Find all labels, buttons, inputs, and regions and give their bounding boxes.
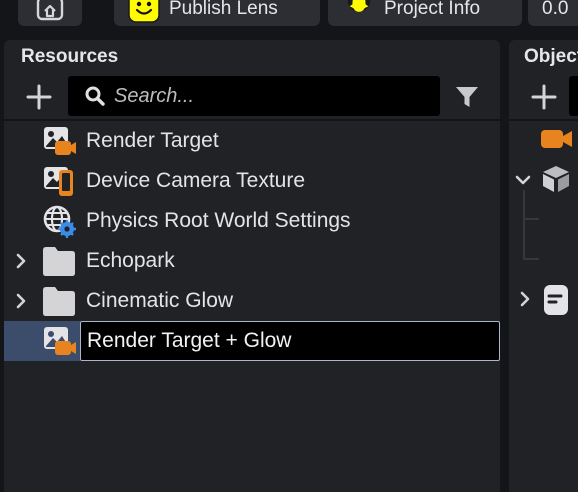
chevron-down-icon[interactable] xyxy=(515,173,531,187)
resource-item-render-target-glow[interactable] xyxy=(4,321,500,361)
resource-item-label: Cinematic Glow xyxy=(86,289,234,312)
resource-item-label: Device Camera Texture xyxy=(86,169,306,192)
chevron-right-icon[interactable] xyxy=(13,252,29,270)
resources-search-input[interactable] xyxy=(114,83,414,109)
panel-divider xyxy=(509,119,578,121)
publish-lens-button[interactable]: Publish Lens xyxy=(114,0,320,26)
render-target-icon xyxy=(44,327,76,355)
resources-panel: Resources Render xyxy=(4,40,500,492)
chevron-right-icon[interactable] xyxy=(13,292,29,310)
project-info-button[interactable]: Project Info xyxy=(328,0,522,26)
physics-world-settings-icon xyxy=(43,205,76,238)
tree-guide-line xyxy=(523,218,539,220)
filter-icon[interactable] xyxy=(454,84,480,110)
version-label: 0.0 xyxy=(542,0,569,19)
scene-object-icon[interactable] xyxy=(539,164,573,194)
search-icon xyxy=(85,86,105,106)
resource-item-label: Echopark xyxy=(86,249,175,272)
folder-icon xyxy=(43,247,75,276)
tree-guide-line xyxy=(523,190,525,260)
plus-icon xyxy=(26,84,52,110)
resource-item-label: Render Target xyxy=(86,129,219,152)
resource-item-echopark[interactable]: Echopark xyxy=(4,241,500,281)
tree-guide-line xyxy=(523,258,539,260)
objects-search-box[interactable] xyxy=(569,76,578,116)
camera-object-icon[interactable] xyxy=(540,128,574,150)
home-button[interactable] xyxy=(18,0,82,26)
device-camera-texture-icon xyxy=(44,167,73,196)
project-info-label: Project Info xyxy=(384,0,481,19)
lens-studio-window: Publish Lens Project Info 0.0 Resources xyxy=(0,0,578,492)
top-toolbar: Publish Lens Project Info 0.0 xyxy=(0,0,578,30)
add-resource-button[interactable] xyxy=(25,83,53,111)
render-target-icon xyxy=(44,127,76,155)
resources-panel-title: Resources xyxy=(21,46,119,67)
lens-home-icon xyxy=(36,0,64,21)
resource-item-render-target[interactable]: Render Target xyxy=(4,121,500,161)
publish-lens-label: Publish Lens xyxy=(169,0,278,19)
objects-panel: Objects xyxy=(509,40,578,492)
version-button[interactable]: 0.0 xyxy=(528,0,578,26)
rename-input[interactable] xyxy=(80,321,500,361)
resource-item-physics-root-world-settings[interactable]: Physics Root World Settings xyxy=(4,201,500,241)
objects-panel-title: Objects xyxy=(524,46,578,67)
resource-item-label: Physics Root World Settings xyxy=(86,209,351,232)
snapchat-ghost-icon xyxy=(347,0,371,12)
resource-item-device-camera-texture[interactable]: Device Camera Texture xyxy=(4,161,500,201)
resource-item-cinematic-glow[interactable]: Cinematic Glow xyxy=(4,281,500,321)
chevron-right-icon[interactable] xyxy=(517,290,533,308)
folder-icon xyxy=(43,287,75,316)
snapchat-ghost-icon xyxy=(128,0,160,23)
plus-icon xyxy=(531,84,557,110)
text-object-icon[interactable] xyxy=(543,284,569,316)
resources-search-box[interactable] xyxy=(68,76,440,116)
add-object-button[interactable] xyxy=(530,83,558,111)
